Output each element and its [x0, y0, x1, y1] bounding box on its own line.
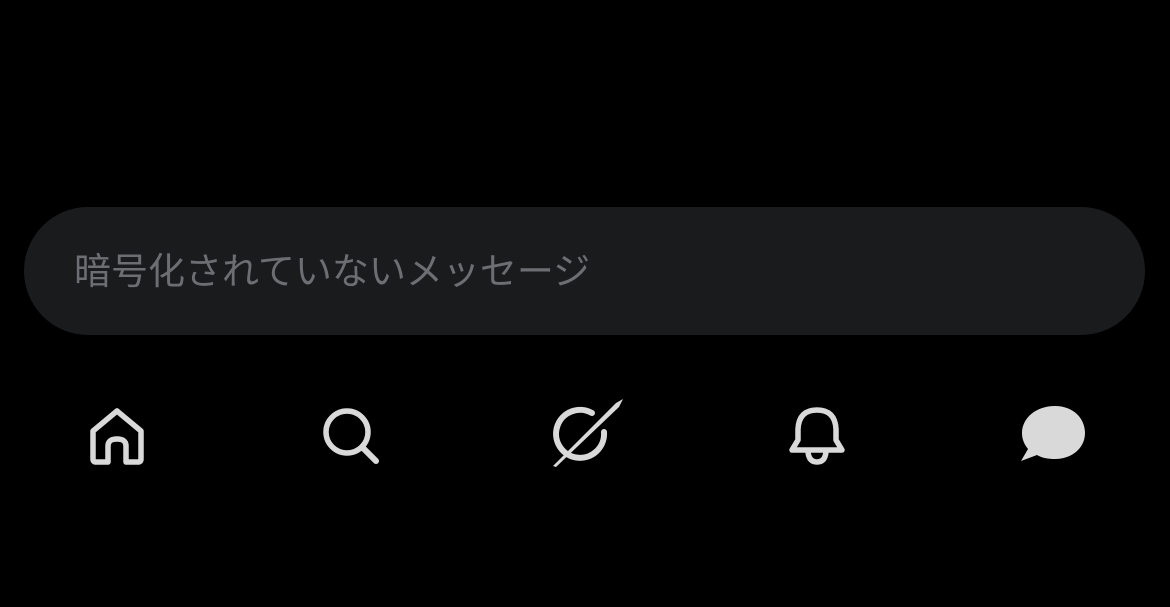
tab-search[interactable] — [305, 390, 395, 480]
bottom-tab-bar — [0, 390, 1170, 480]
message-composer[interactable] — [24, 207, 1145, 335]
message-bubble-icon — [1015, 398, 1089, 472]
tab-notifications[interactable] — [772, 390, 862, 480]
tab-messages[interactable] — [1007, 390, 1097, 480]
home-icon — [84, 402, 150, 468]
grok-icon — [544, 394, 626, 476]
message-input[interactable] — [74, 241, 1145, 301]
search-icon — [317, 402, 383, 468]
bell-icon — [784, 402, 850, 468]
tab-home[interactable] — [72, 390, 162, 480]
tab-grok[interactable] — [540, 390, 630, 480]
